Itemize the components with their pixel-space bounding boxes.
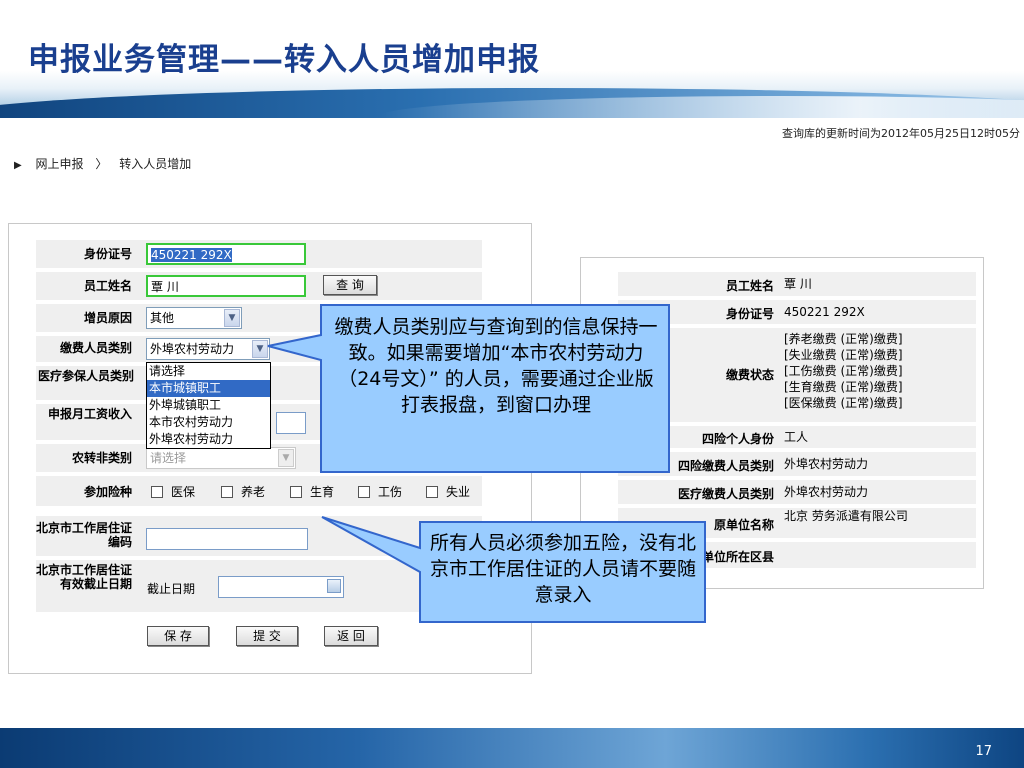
payer-category-value: 外埠农村劳动力 (150, 342, 235, 356)
callout-bottom-text: 所有人员必须参加五险，没有北京市工作居住证的人员请不要随意录入 (429, 532, 696, 606)
checkbox-icon (290, 486, 302, 498)
insurance-checkbox-medical[interactable]: 医保 (151, 483, 195, 500)
page-number: 17 (975, 744, 992, 759)
info-four-category-value: 外埠农村劳动力 (784, 457, 869, 471)
breadcrumb-separator: 〉 (95, 157, 108, 171)
dropdown-option-selected[interactable]: 本市城镇职工 (147, 380, 270, 397)
info-row-status: 缴费状态 [养老缴费 (正常)缴费] [失业缴费 (正常)缴费] [工伤缴费 (… (618, 328, 976, 422)
status-line: [工伤缴费 (正常)缴费] (784, 364, 903, 378)
checkbox-icon (151, 486, 163, 498)
back-button[interactable]: 返 回 (324, 626, 378, 646)
query-button[interactable]: 查 询 (323, 275, 377, 295)
agri-placeholder: 请选择 (150, 451, 187, 465)
checkbox-label: 失业 (446, 485, 471, 499)
payer-category-dropdown: 请选择 本市城镇职工 外埠城镇职工 本市农村劳动力 外埠农村劳动力 (146, 362, 271, 449)
permit-expiry-label: 北京市工作居住证有效截止日期 (36, 563, 133, 591)
info-row-name: 员工姓名 覃 川 (618, 272, 976, 296)
id-number-label: 身份证号 (83, 247, 132, 261)
monthly-income-label: 申报月工资收入 (47, 407, 132, 421)
slide-title: 申报业务管理——转入人员增加申报 (28, 42, 540, 78)
chevron-down-icon: ▼ (224, 309, 240, 327)
info-row-id: 身份证号 450221 292X (618, 300, 976, 324)
payer-category-select[interactable]: 外埠农村劳动力 ▼ (146, 338, 270, 360)
chevron-down-icon: ▼ (278, 449, 294, 467)
checkbox-label: 医保 (171, 485, 196, 499)
info-medical-category-label: 医疗缴费人员类别 (677, 487, 774, 501)
status-line: [生育缴费 (正常)缴费] (784, 380, 903, 394)
breadcrumb: ▶ 网上申报 〉 转入人员增加 (14, 155, 191, 172)
checkbox-label: 工伤 (378, 485, 403, 499)
insurance-checkbox-injury[interactable]: 工伤 (358, 483, 402, 500)
dropdown-option[interactable]: 外埠城镇职工 (147, 397, 270, 414)
checkbox-icon (221, 486, 233, 498)
permit-code-input[interactable] (146, 528, 308, 550)
monthly-income-input[interactable] (276, 412, 306, 434)
dropdown-option[interactable]: 本市农村劳动力 (147, 414, 270, 431)
name-label: 员工姓名 (83, 279, 132, 293)
permit-code-label: 北京市工作居住证编码 (36, 521, 133, 549)
update-time: 查询库的更新时间为2012年05月25日12时05分 (782, 127, 1020, 140)
info-status-list: [养老缴费 (正常)缴费] [失业缴费 (正常)缴费] [工伤缴费 (正常)缴费… (784, 331, 903, 411)
footer-bar (0, 728, 1024, 768)
id-number-input[interactable]: 450221 292X (146, 243, 306, 265)
agri-select[interactable]: 请选择 ▼ (146, 447, 296, 469)
checkbox-icon (358, 486, 370, 498)
chevron-down-icon: ▼ (252, 340, 268, 358)
submit-button[interactable]: 提 交 (236, 626, 298, 646)
save-button[interactable]: 保 存 (147, 626, 209, 646)
dropdown-option[interactable]: 外埠农村劳动力 (147, 431, 270, 448)
insurance-checkbox-pension[interactable]: 养老 (221, 483, 265, 500)
expiry-date-input[interactable] (218, 576, 344, 598)
name-input[interactable]: 覃 川 (146, 275, 306, 297)
play-triangle-icon: ▶ (14, 160, 22, 171)
status-line: [医保缴费 (正常)缴费] (784, 396, 903, 410)
dropdown-option[interactable]: 请选择 (147, 363, 270, 380)
expiry-caption: 截止日期 (147, 582, 196, 596)
status-line: [养老缴费 (正常)缴费] (784, 332, 903, 346)
callout-top-text: 缴费人员类别应与查询到的信息保持一致。如果需要增加“本市农村劳动力（24号文）”… (334, 316, 658, 416)
reason-label: 增员原因 (83, 311, 132, 325)
info-identity-value: 工人 (784, 430, 809, 444)
info-id-value: 450221 292X (784, 305, 865, 319)
reason-select[interactable]: 其他 ▼ (146, 307, 242, 329)
info-four-category-label: 四险缴费人员类别 (677, 459, 774, 473)
checkbox-label: 养老 (241, 485, 266, 499)
id-number-value: 450221 292X (151, 248, 232, 262)
breadcrumb-item[interactable]: 网上申报 (36, 157, 84, 171)
name-value: 覃 川 (151, 280, 179, 294)
insurance-checkbox-unemployment[interactable]: 失业 (426, 483, 470, 500)
payer-category-label: 缴费人员类别 (59, 341, 132, 355)
info-row-medical-category: 医疗缴费人员类别 外埠农村劳动力 (618, 480, 976, 504)
checkbox-icon (426, 486, 438, 498)
info-identity-label: 四险个人身份 (701, 432, 774, 446)
breadcrumb-item: 转入人员增加 (119, 157, 192, 171)
status-line: [失业缴费 (正常)缴费] (784, 348, 903, 362)
info-name-value: 覃 川 (784, 277, 812, 291)
info-name-label: 员工姓名 (725, 279, 774, 293)
info-row-four-category: 四险缴费人员类别 外埠农村劳动力 (618, 452, 976, 476)
info-medical-category-value: 外埠农村劳动力 (784, 485, 869, 499)
checkbox-label: 生育 (310, 485, 335, 499)
agri-label: 农转非类别 (71, 451, 132, 465)
medical-category-label: 医疗参保人员类别 (38, 369, 135, 383)
calendar-icon[interactable] (327, 579, 341, 593)
info-prev-employer-value: 北京 劳务派遣有限公司 (784, 509, 908, 523)
reason-value: 其他 (150, 311, 175, 325)
insurance-label: 参加险种 (83, 485, 132, 499)
info-row-identity: 四险个人身份 工人 (618, 426, 976, 448)
insurance-checkbox-maternity[interactable]: 生育 (290, 483, 334, 500)
